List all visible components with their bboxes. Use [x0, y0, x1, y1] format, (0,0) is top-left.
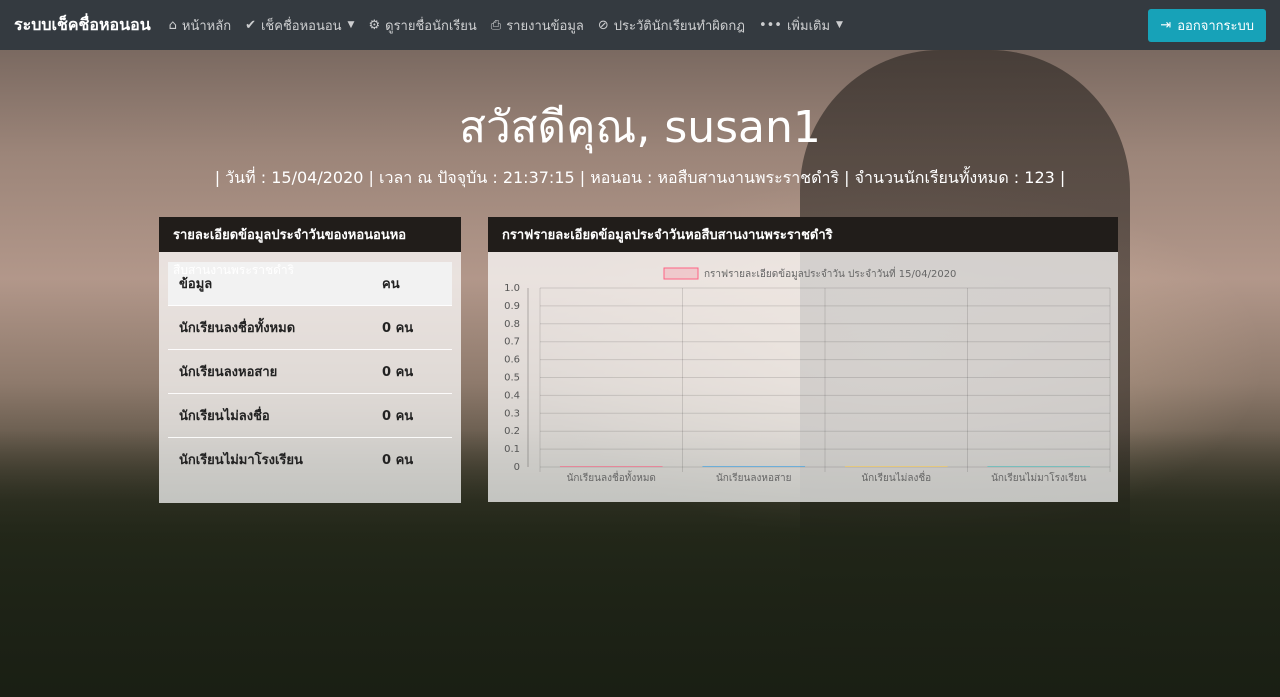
nav-item-label: รายงานข้อมูล — [506, 18, 584, 34]
greeting-title: สวัสดีคุณ, susan1 — [459, 102, 821, 153]
table-row: นักเรียนลงชื่อทั้งหมด 0 คน — [168, 305, 452, 350]
session-info: | วันที่ : 15/04/2020 | เวลา ณ ปัจจุบัน … — [214, 168, 1066, 187]
nav-item-label: ดูรายชื่อนักเรียน — [385, 18, 477, 34]
nav-item-2[interactable]: ⚙ ดูรายชื่อนักเรียน — [368, 15, 476, 36]
nav-item-label: เพิ่มเติม — [786, 18, 831, 34]
home-icon: ⌂ — [168, 17, 177, 33]
daily-summary-header: รายละเอียดข้อมูลประจำวันของหอนอนหอ — [159, 217, 461, 252]
row-label: นักเรียนลงชื่อทั้งหมด — [168, 305, 371, 350]
nav-item-0[interactable]: ⌂ หน้าหลัก — [169, 15, 231, 36]
nav-item-label: ประวัตินักเรียนทำผิดกฎ — [613, 18, 745, 34]
row-value: 0 คน — [371, 437, 452, 481]
nav-menu: ⌂ หน้าหลัก ✔ เช็คชื่อหอนอน ▼ ⚙ ดูรายชื่อนักเรี… — [169, 15, 857, 36]
bar-chart: กราฟรายละเอียดข้อมูลประจำวัน ประจำวันที่… — [504, 266, 1111, 484]
row-value: 0 คน — [371, 393, 452, 438]
y-tick-label: 0.5 — [504, 373, 520, 384]
bar — [702, 466, 806, 467]
bar — [987, 466, 1091, 467]
daily-summary-card: รายละเอียดข้อมูลประจำวันของหอนอนหอ ข้อมู… — [159, 217, 461, 503]
caret-down-icon: ▼ — [836, 20, 843, 30]
chart-area: กราฟรายละเอียดข้อมูลประจำวัน ประจำวันที่… — [488, 252, 1118, 502]
users-cog-icon: ⚙ — [368, 17, 381, 33]
y-tick-label: 0.6 — [504, 355, 520, 366]
user-check-icon: ✔ — [245, 17, 256, 33]
logout-button[interactable]: ⇥ ออกจากระบบ — [1148, 9, 1266, 42]
header-overflow-text: สืบสานงานพระราชดำริ — [173, 263, 295, 277]
y-tick-label: 1.0 — [504, 283, 520, 294]
nav-item-1[interactable]: ✔ เช็คชื่อหอนอน ▼ — [245, 15, 354, 36]
nav-item-4[interactable]: ⊘ ประวัตินักเรียนทำผิดกฎ — [598, 15, 745, 36]
nav-item-3[interactable]: ⎙ รายงานข้อมูล — [491, 15, 584, 36]
print-icon: ⎙ — [490, 17, 502, 33]
y-tick-label: 0.9 — [504, 301, 520, 312]
x-tick-label: นักเรียนลงชื่อทั้งหมด — [567, 470, 656, 484]
row-label: นักเรียนลงหอสาย — [168, 349, 371, 394]
nav-item-5[interactable]: ••• เพิ่มเติม ▼ — [759, 15, 843, 36]
row-label: นักเรียนไม่มาโรงเรียน — [168, 437, 371, 481]
table-row: นักเรียนไม่มาโรงเรียน 0 คน — [168, 437, 452, 481]
legend-label: กราฟรายละเอียดข้อมูลประจำวัน ประจำวันที่… — [704, 266, 956, 280]
daily-chart-header: กราฟรายละเอียดข้อมูลประจำวันหอสืบสานงานพ… — [488, 217, 1118, 252]
caret-down-icon: ▼ — [347, 20, 355, 30]
top-navbar: ระบบเช็คชื่อหอนอน ⌂ หน้าหลัก ✔ เช็คชื่อหอนอ… — [0, 0, 1280, 50]
y-tick-label: 0.7 — [504, 337, 520, 348]
daily-summary-table: ข้อมูล คน นักเรียนลงชื่อทั้งหมด 0 คน นัก… — [168, 262, 452, 481]
row-value: 0 คน — [371, 349, 452, 394]
y-tick-label: 0.1 — [504, 444, 520, 455]
y-tick-label: 0.3 — [504, 408, 520, 419]
table-row: นักเรียนไม่ลงชื่อ 0 คน — [168, 393, 452, 438]
table-row: นักเรียนลงหอสาย 0 คน — [168, 349, 452, 394]
sign-out-icon: ⇥ — [1160, 18, 1172, 33]
logout-label: ออกจากระบบ — [1177, 19, 1254, 34]
x-tick-label: นักเรียนไม่ลงชื่อ — [861, 470, 931, 484]
x-tick-label: นักเรียนไม่มาโรงเรียน — [991, 471, 1086, 484]
column-header-count: คน — [371, 262, 452, 306]
y-tick-label: 0.8 — [504, 319, 520, 330]
x-tick-label: นักเรียนลงหอสาย — [716, 472, 792, 484]
nav-item-label: เช็คชื่อหอนอน — [260, 18, 342, 34]
user-slash-icon: ⊘ — [597, 17, 609, 33]
daily-chart-card: กราฟรายละเอียดข้อมูลประจำวันหอสืบสานงานพ… — [488, 217, 1118, 502]
y-tick-label: 0.4 — [504, 390, 520, 401]
row-value: 0 คน — [371, 305, 452, 350]
bar — [844, 466, 948, 467]
brand-title[interactable]: ระบบเช็คชื่อหอนอน — [14, 13, 151, 38]
bar — [559, 466, 663, 467]
y-tick-label: 0 — [514, 462, 520, 473]
row-label: นักเรียนไม่ลงชื่อ — [168, 393, 371, 438]
ellipsis-icon: ••• — [758, 17, 782, 33]
y-tick-label: 0.2 — [504, 426, 520, 437]
legend-swatch — [663, 267, 699, 280]
nav-item-label: หน้าหลัก — [181, 18, 232, 34]
